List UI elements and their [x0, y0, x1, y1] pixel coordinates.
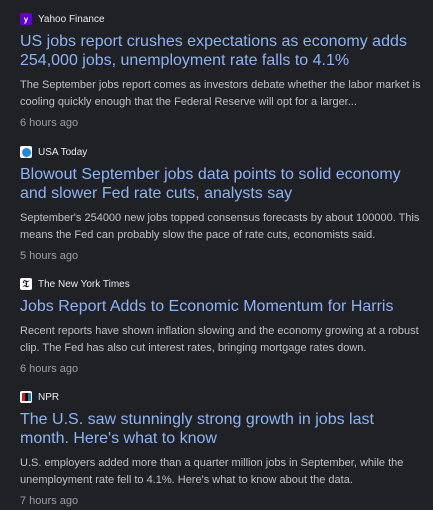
article-source: y Yahoo Finance — [20, 12, 425, 26]
news-article[interactable]: 𝔗 The New York Times Jobs Report Adds to… — [0, 277, 433, 375]
source-name: Yahoo Finance — [38, 13, 105, 25]
article-source: NPR — [20, 390, 425, 404]
news-article[interactable]: USA Today Blowout September jobs data po… — [0, 145, 433, 262]
article-source: USA Today — [20, 145, 425, 159]
article-snippet: The September jobs report comes as inves… — [20, 79, 421, 108]
article-snippet: U.S. employers added more than a quarter… — [20, 457, 404, 486]
source-name: The New York Times — [38, 278, 130, 290]
article-snippet: September's 254000 new jobs topped conse… — [20, 212, 420, 241]
source-name: USA Today — [38, 146, 88, 158]
article-timestamp: 7 hours ago — [20, 495, 79, 507]
article-headline-link[interactable]: US jobs report crushes expectations as e… — [20, 32, 425, 70]
yahoo-finance-icon: y — [20, 13, 32, 25]
news-article[interactable]: y Yahoo Finance US jobs report crushes e… — [0, 12, 433, 129]
news-article[interactable]: NPR The U.S. saw stunningly strong growt… — [0, 390, 433, 507]
article-headline-link[interactable]: Jobs Report Adds to Economic Momentum fo… — [20, 297, 425, 316]
news-feed: y Yahoo Finance US jobs report crushes e… — [0, 0, 433, 510]
source-name: NPR — [38, 391, 60, 403]
article-timestamp: 5 hours ago — [20, 250, 79, 262]
article-timestamp: 6 hours ago — [20, 117, 79, 129]
article-timestamp: 6 hours ago — [20, 363, 79, 375]
npr-icon — [20, 391, 32, 403]
article-headline-link[interactable]: The U.S. saw stunningly strong growth in… — [20, 410, 425, 448]
usa-today-icon — [20, 146, 32, 158]
article-source: 𝔗 The New York Times — [20, 277, 425, 291]
article-headline-link[interactable]: Blowout September jobs data points to so… — [20, 165, 425, 203]
new-york-times-icon: 𝔗 — [20, 278, 32, 290]
article-snippet: Recent reports have shown inflation slow… — [20, 325, 419, 354]
